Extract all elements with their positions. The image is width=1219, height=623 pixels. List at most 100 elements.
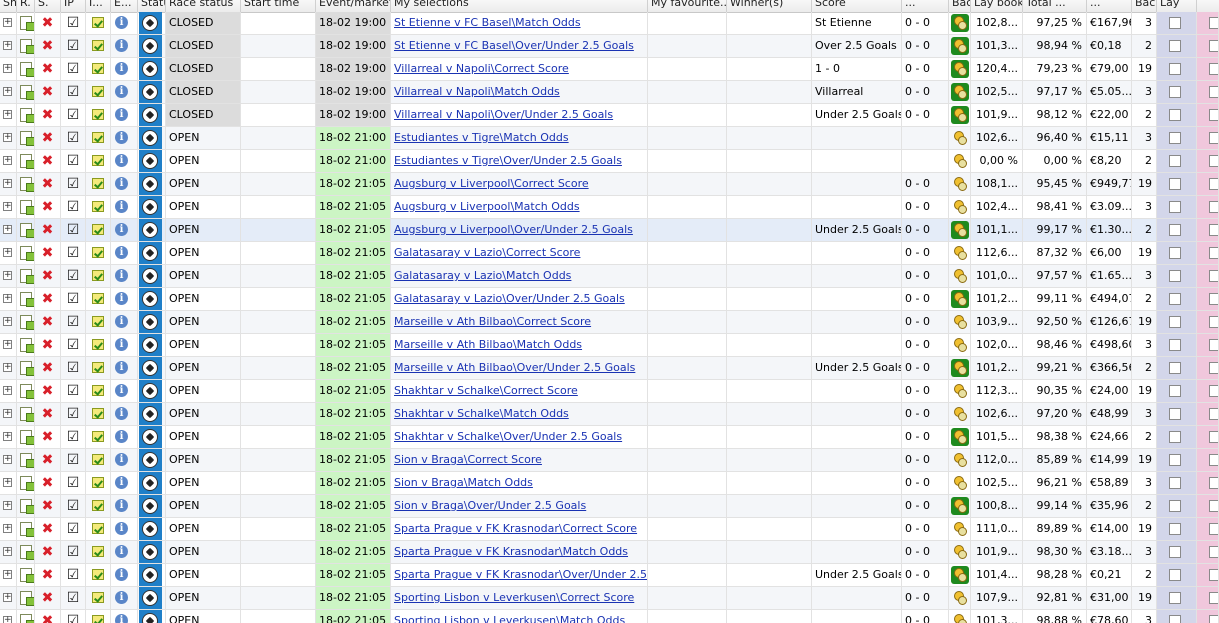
document-icon[interactable] — [20, 223, 34, 238]
column-header-back[interactable]: Back — [1132, 0, 1157, 12]
event-market-link[interactable]: Marseille v Ath Bilbao\Correct Score — [394, 315, 591, 328]
info-cell[interactable]: i — [111, 518, 138, 540]
checkmark-icon[interactable]: ☑ — [61, 35, 85, 57]
red-x-icon[interactable]: ✖ — [35, 58, 60, 80]
checkmark-icon[interactable]: ☑ — [61, 58, 85, 80]
coins-cell[interactable] — [949, 12, 971, 34]
back-checkbox[interactable] — [1169, 339, 1181, 351]
event-market-cell[interactable]: Sparta Prague v FK Krasnodar\Over/Under … — [391, 564, 648, 586]
coins-icon[interactable] — [951, 612, 969, 623]
checkmark-icon[interactable]: ☑ — [61, 449, 85, 471]
red-x-icon[interactable]: ✖ — [35, 150, 60, 172]
event-market-cell[interactable]: Shakhtar v Schalke\Correct Score — [391, 380, 648, 402]
expand-plus-icon[interactable]: + — [3, 64, 12, 73]
coins-icon[interactable] — [951, 60, 969, 78]
remove-cell[interactable]: ✖ — [35, 150, 61, 172]
column-header-e[interactable]: E... — [111, 0, 138, 12]
back-cell[interactable] — [1157, 541, 1197, 563]
event-market-cell[interactable]: Sion v Braga\Match Odds — [391, 472, 648, 494]
info-cell[interactable]: i — [111, 219, 138, 241]
checkmark-icon[interactable]: ☑ — [61, 219, 85, 241]
column-header-my-selections[interactable]: My selections — [391, 0, 648, 12]
inplay-cell[interactable] — [86, 357, 111, 379]
lay-checkbox[interactable] — [1209, 431, 1218, 443]
info-icon[interactable]: i — [115, 476, 128, 489]
report-cell[interactable] — [17, 610, 35, 623]
lay-cell[interactable] — [1197, 334, 1219, 356]
report-cell[interactable] — [17, 587, 35, 609]
table-row[interactable]: + ✖ ☑ i OPEN 18-02 21:05 Sporting Lisbon v Lev… — [0, 610, 1219, 623]
remove-cell[interactable]: ✖ — [35, 426, 61, 448]
select-cell[interactable]: ☑ — [61, 12, 86, 34]
back-checkbox[interactable] — [1169, 500, 1181, 512]
show-cell[interactable]: + — [0, 196, 17, 218]
expand-plus-icon[interactable]: + — [3, 110, 12, 119]
coins-icon[interactable] — [951, 497, 969, 515]
info-icon[interactable]: i — [115, 85, 128, 98]
red-x-icon[interactable]: ✖ — [35, 426, 60, 448]
show-cell[interactable]: + — [0, 610, 17, 623]
lay-cell[interactable] — [1197, 58, 1219, 80]
table-row[interactable]: + ✖ ☑ i OPEN 18-02 21:05 Sporting Lisbon v Lev… — [0, 587, 1219, 610]
lay-checkbox[interactable] — [1209, 500, 1218, 512]
column-header-back-book[interactable]: Back b... — [949, 0, 971, 12]
event-market-cell[interactable]: Estudiantes v Tigre\Match Odds — [391, 127, 648, 149]
show-cell[interactable]: + — [0, 587, 17, 609]
remove-cell[interactable]: ✖ — [35, 173, 61, 195]
inplay-cell[interactable] — [86, 449, 111, 471]
checkmark-icon[interactable]: ☑ — [61, 541, 85, 563]
document-icon[interactable] — [20, 154, 34, 169]
select-cell[interactable]: ☑ — [61, 495, 86, 517]
document-icon[interactable] — [20, 522, 34, 537]
select-cell[interactable]: ☑ — [61, 196, 86, 218]
checkmark-icon[interactable]: ☑ — [61, 12, 85, 34]
back-cell[interactable] — [1157, 495, 1197, 517]
column-header-score[interactable]: Score — [812, 0, 902, 12]
back-checkbox[interactable] — [1169, 40, 1181, 52]
lay-cell[interactable] — [1197, 380, 1219, 402]
table-row[interactable]: + ✖ ☑ i OPEN 18-02 21:05 Augsburg v Liverpool\… — [0, 219, 1219, 242]
report-cell[interactable] — [17, 104, 35, 126]
inplay-cell[interactable] — [86, 311, 111, 333]
document-icon[interactable] — [20, 85, 34, 100]
lay-cell[interactable] — [1197, 265, 1219, 287]
info-icon[interactable]: i — [115, 200, 128, 213]
back-cell[interactable] — [1157, 12, 1197, 34]
red-x-icon[interactable]: ✖ — [35, 518, 60, 540]
table-row[interactable]: + ✖ ☑ i OPEN 18-02 21:05 Galatasaray v Lazio\O… — [0, 288, 1219, 311]
remove-cell[interactable]: ✖ — [35, 334, 61, 356]
column-header-lay[interactable]: Lay — [1157, 0, 1197, 12]
remove-cell[interactable]: ✖ — [35, 265, 61, 287]
table-row[interactable]: + ✖ ☑ i OPEN 18-02 21:05 Augsburg v Liverpool\… — [0, 173, 1219, 196]
info-cell[interactable]: i — [111, 12, 138, 34]
lay-checkbox[interactable] — [1209, 86, 1218, 98]
back-checkbox[interactable] — [1169, 109, 1181, 121]
lay-cell[interactable] — [1197, 518, 1219, 540]
report-cell[interactable] — [17, 380, 35, 402]
table-row[interactable]: + ✖ ☑ i OPEN 18-02 21:05 Sparta Prague v FK Kr… — [0, 541, 1219, 564]
red-x-icon[interactable]: ✖ — [35, 104, 60, 126]
back-cell[interactable] — [1157, 173, 1197, 195]
select-cell[interactable]: ☑ — [61, 610, 86, 623]
lay-checkbox[interactable] — [1209, 408, 1218, 420]
coins-icon[interactable] — [951, 405, 969, 423]
back-cell[interactable] — [1157, 587, 1197, 609]
back-cell[interactable] — [1157, 311, 1197, 333]
table-row[interactable]: + ✖ ☑ i CLOSED 18-02 19:00 Villarreal v Napoli… — [0, 104, 1219, 127]
lay-checkbox[interactable] — [1209, 477, 1218, 489]
back-checkbox[interactable] — [1169, 17, 1181, 29]
event-market-cell[interactable]: Marseille v Ath Bilbao\Over/Under 2.5 Go… — [391, 357, 648, 379]
remove-cell[interactable]: ✖ — [35, 472, 61, 494]
inplay-cell[interactable] — [86, 58, 111, 80]
red-x-icon[interactable]: ✖ — [35, 196, 60, 218]
select-cell[interactable]: ☑ — [61, 242, 86, 264]
select-cell[interactable]: ☑ — [61, 288, 86, 310]
coins-icon[interactable] — [951, 129, 969, 147]
table-row[interactable]: + ✖ ☑ i OPEN 18-02 21:05 Shakhtar v Schalke\Ma… — [0, 403, 1219, 426]
info-cell[interactable]: i — [111, 495, 138, 517]
document-icon[interactable] — [20, 39, 34, 54]
event-market-link[interactable]: Galatasaray v Lazio\Match Odds — [394, 269, 571, 282]
coins-icon[interactable] — [951, 198, 969, 216]
column-header-event-market[interactable]: Event/market — [316, 0, 391, 12]
red-x-icon[interactable]: ✖ — [35, 541, 60, 563]
